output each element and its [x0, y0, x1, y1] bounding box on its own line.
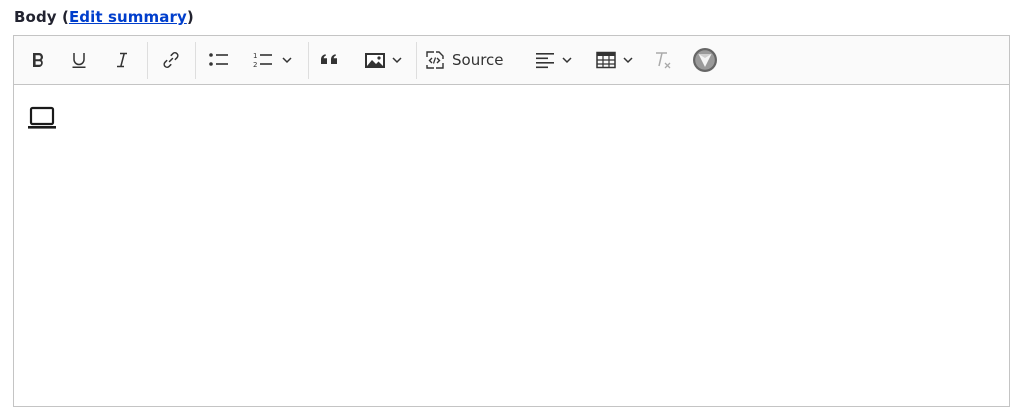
toolbar-separator — [195, 42, 196, 79]
quote-icon — [319, 50, 341, 70]
edit-summary-link[interactable]: Edit summary — [69, 8, 187, 26]
remove-format-button[interactable] — [647, 44, 679, 76]
close-paren: ) — [186, 8, 194, 26]
rich-text-editor: 12 Source — [13, 35, 1010, 407]
text-alignment-button[interactable] — [528, 44, 578, 76]
underline-icon — [69, 50, 89, 70]
source-label: Source — [452, 51, 504, 69]
bulleted-list-button[interactable] — [203, 44, 235, 76]
field-label: Body (Edit summary) — [14, 8, 194, 26]
link-icon — [161, 50, 181, 70]
chevron-down-icon — [561, 55, 573, 65]
image-icon — [364, 50, 386, 70]
block-quote-button[interactable] — [314, 44, 346, 76]
table-icon — [595, 50, 617, 70]
remove-format-icon — [652, 49, 674, 71]
media-logo-icon — [692, 47, 718, 73]
insert-table-button[interactable] — [589, 44, 639, 76]
open-paren: ( — [61, 8, 69, 26]
align-left-icon — [534, 50, 556, 70]
media-button[interactable] — [688, 44, 722, 76]
toolbar-separator — [416, 42, 417, 79]
chevron-down-icon — [391, 55, 403, 65]
numbered-list-button[interactable]: 12 — [244, 44, 300, 76]
source-icon — [424, 49, 446, 71]
laptop-icon — [27, 106, 57, 134]
editor-content-area[interactable] — [14, 85, 1009, 406]
insert-image-button[interactable] — [356, 44, 410, 76]
source-button[interactable]: Source — [424, 44, 512, 76]
toolbar-separator — [147, 42, 148, 79]
bold-button[interactable] — [22, 44, 54, 76]
underline-button[interactable] — [63, 44, 95, 76]
bulleted-list-icon — [207, 50, 231, 70]
numbered-list-icon: 12 — [251, 50, 275, 70]
italic-icon — [112, 50, 132, 70]
italic-button[interactable] — [106, 44, 138, 76]
chevron-down-icon — [622, 55, 634, 65]
svg-text:1: 1 — [253, 52, 257, 60]
field-label-text: Body — [14, 8, 57, 26]
svg-text:2: 2 — [253, 61, 257, 69]
toolbar-separator — [308, 42, 309, 79]
link-button[interactable] — [155, 44, 187, 76]
bold-icon — [28, 50, 48, 70]
chevron-down-icon — [281, 55, 293, 65]
editor-toolbar: 12 Source — [14, 36, 1009, 85]
